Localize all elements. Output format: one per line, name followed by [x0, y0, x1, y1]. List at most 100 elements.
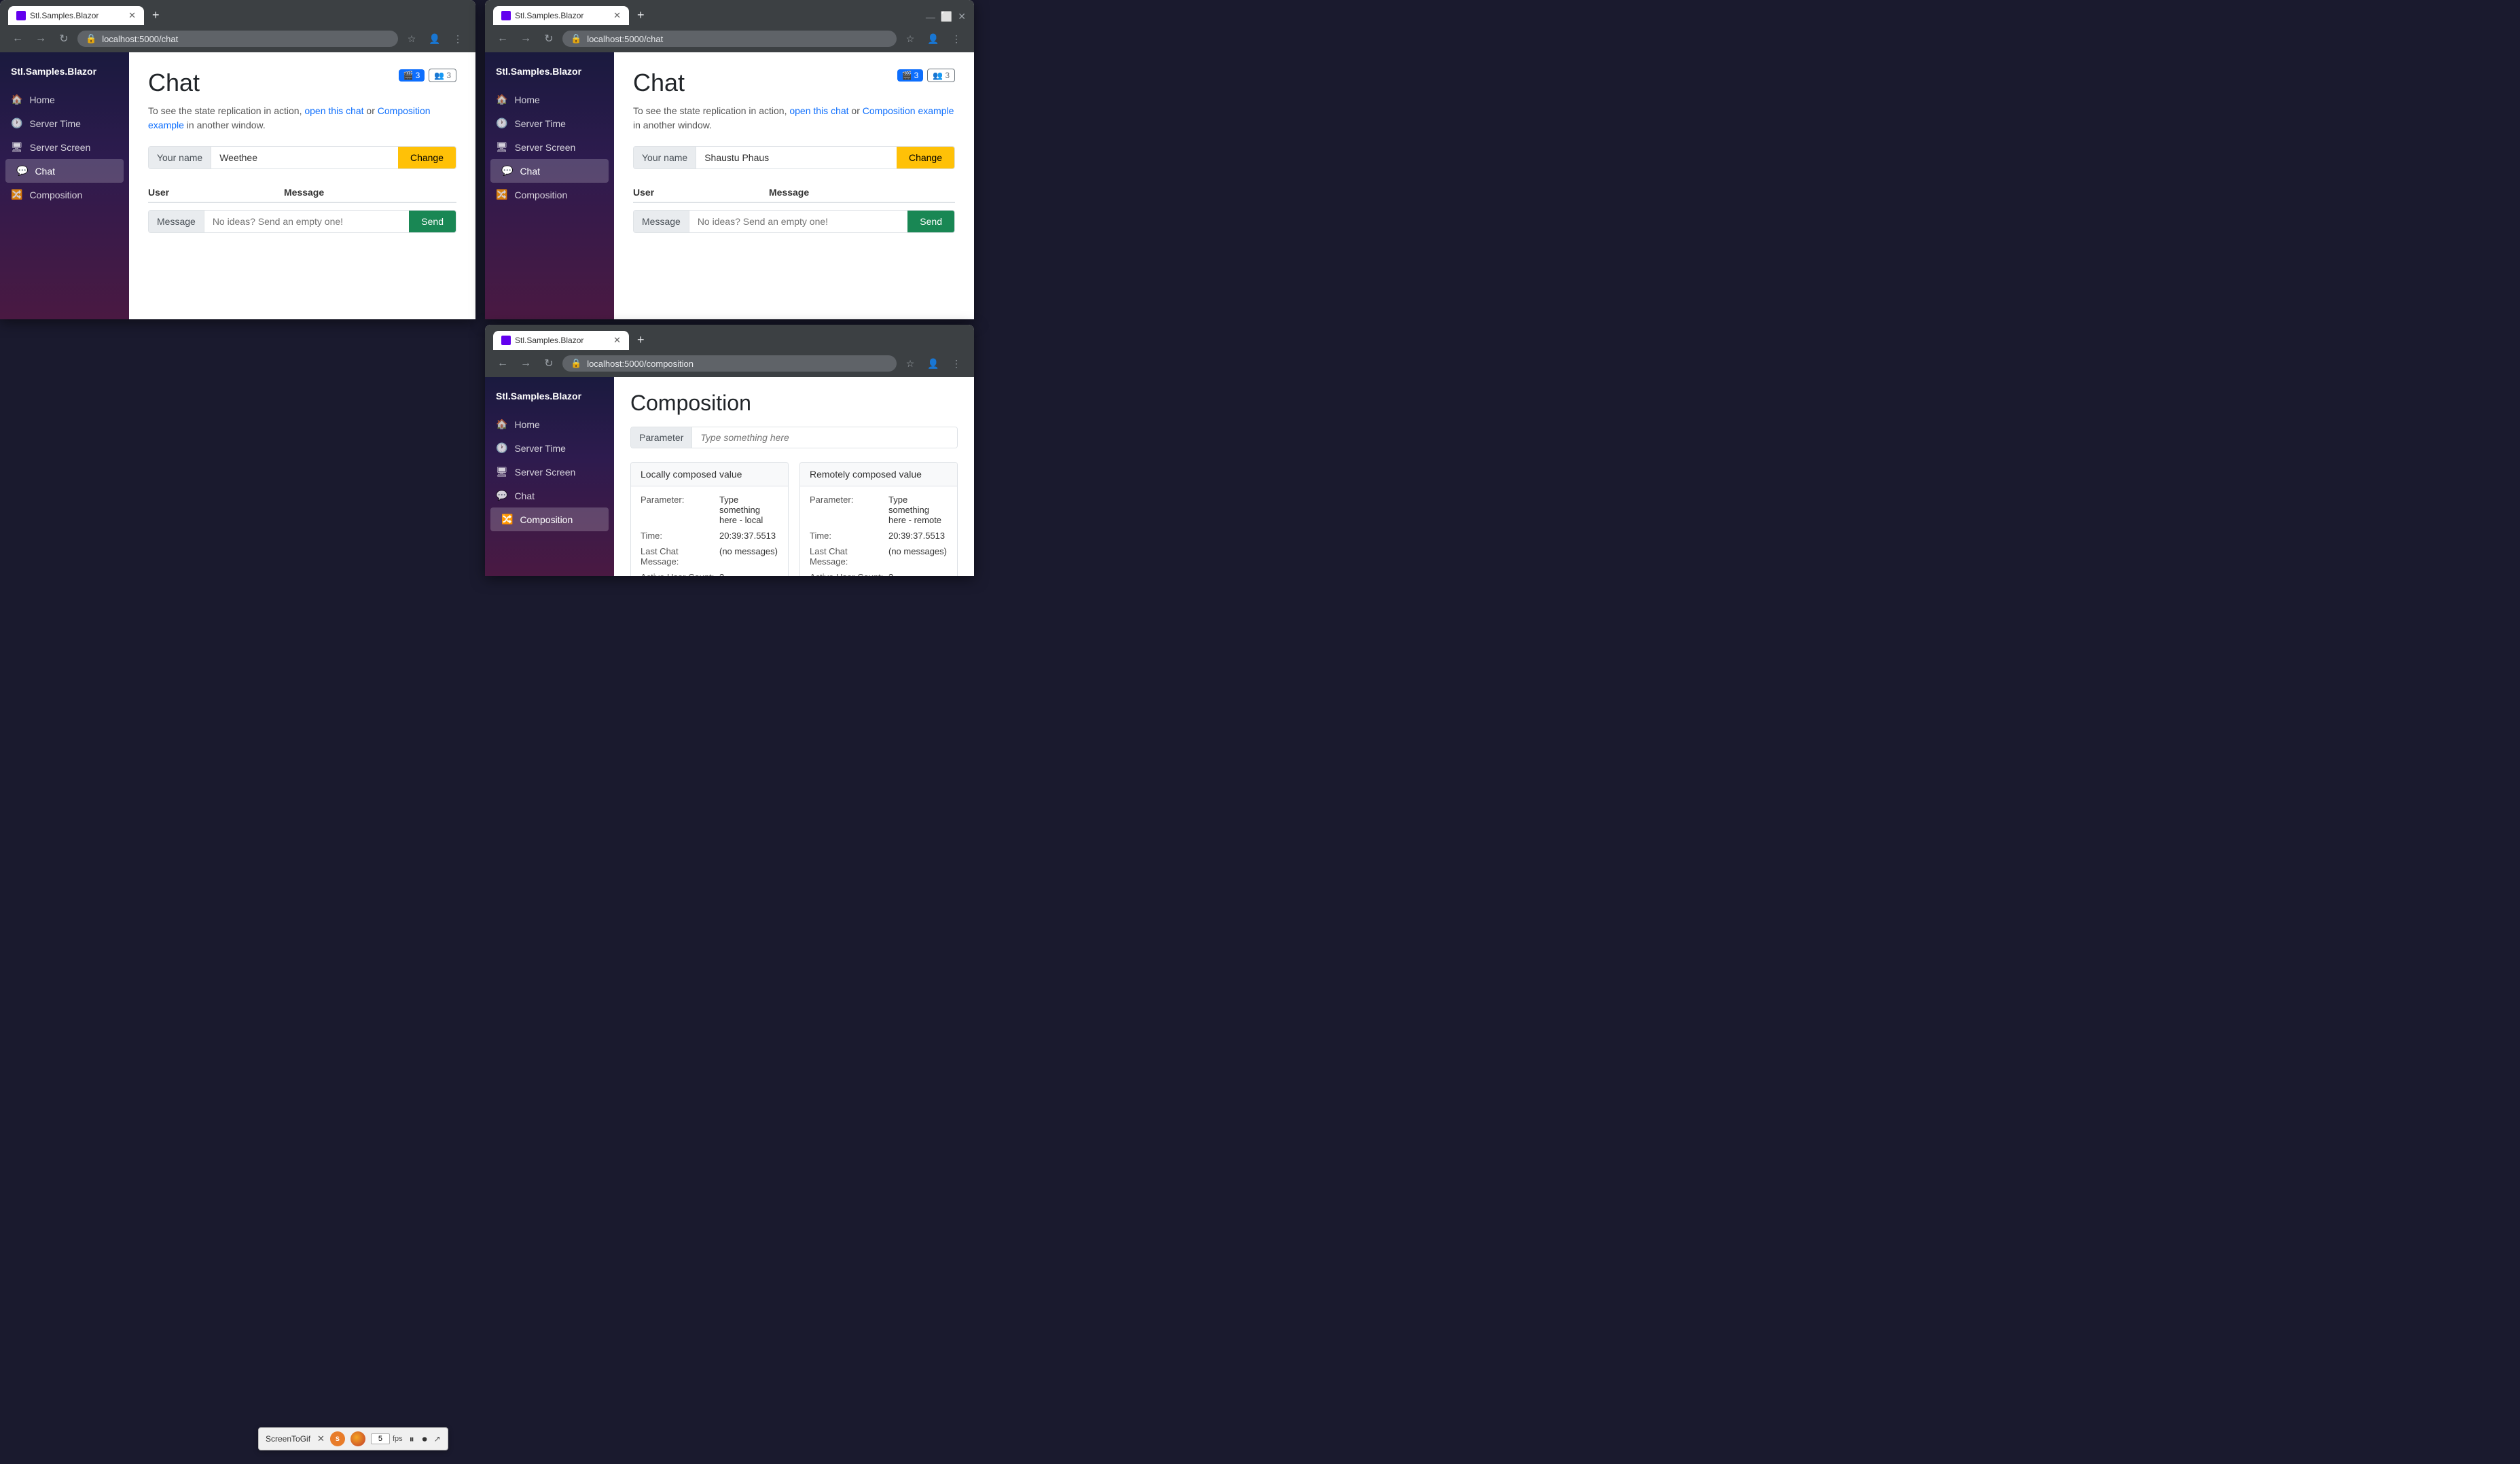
account-icon-1[interactable]: 👤	[425, 29, 444, 48]
param-input-3[interactable]	[692, 427, 957, 448]
forward-btn-2[interactable]: →	[516, 29, 535, 48]
sidebar-item-chat-3[interactable]: 💬 Chat	[485, 484, 614, 507]
sidebar-item-servertime-3[interactable]: 🕐 Server Time	[485, 436, 614, 460]
address-bar-1[interactable]: 🔒 localhost:5000/chat	[77, 31, 398, 47]
sidebar-item-serverscreen-1[interactable]: 🖥 Server Screen	[0, 135, 129, 159]
screentogif-pause-btn[interactable]: ⏸	[408, 1432, 416, 1446]
local-time-row: Time: 20:39:37.5513	[641, 531, 778, 541]
composition-link-2[interactable]: Composition example	[863, 105, 954, 116]
app-layout-2: Stl.Samples.Blazor 🏠 Home 🕐 Server Time …	[485, 52, 974, 319]
url-1: localhost:5000/chat	[102, 34, 178, 44]
active-tab-1[interactable]: Stl.Samples.Blazor ✕	[8, 6, 144, 25]
screentogif-logo: S	[330, 1431, 345, 1446]
screentogif-close-icon[interactable]: ✕	[317, 1433, 325, 1444]
monitor-icon-1: 🖥	[11, 141, 23, 153]
star-icon-2[interactable]: ☆	[901, 29, 920, 48]
browser-window-2: Stl.Samples.Blazor ✕ + — ⬜ ✕ ← → ↻ 🔒 loc…	[485, 0, 974, 319]
locally-composed-card: Locally composed value Parameter: Type s…	[630, 462, 789, 576]
sidebar-item-home-1[interactable]: 🏠 Home	[0, 88, 129, 111]
minimize-btn-2[interactable]: —	[926, 12, 935, 22]
sidebar-item-composition-1[interactable]: 🔀 Composition	[0, 183, 129, 207]
sidebar-serverscreen-label-3: Server Screen	[515, 467, 575, 478]
address-bar-3[interactable]: 🔒 localhost:5000/composition	[562, 355, 897, 372]
sidebar-item-servertime-1[interactable]: 🕐 Server Time	[0, 111, 129, 135]
back-btn-3[interactable]: ←	[493, 354, 512, 373]
your-name-label-1: Your name	[149, 147, 211, 168]
sidebar-brand-3: Stl.Samples.Blazor	[485, 385, 614, 412]
star-icon-3[interactable]: ☆	[901, 354, 920, 373]
sidebar-item-composition-3[interactable]: 🔀 Composition	[490, 507, 609, 531]
page-title-3: Composition	[630, 391, 958, 416]
account-icon-2[interactable]: 👤	[924, 29, 943, 48]
your-name-input-1[interactable]	[211, 147, 398, 168]
screentogif-fps-input[interactable]	[371, 1433, 390, 1444]
tab-close-1[interactable]: ✕	[128, 10, 136, 21]
tab-close-3[interactable]: ✕	[613, 335, 621, 346]
active-tab-3[interactable]: Stl.Samples.Blazor ✕	[493, 331, 629, 350]
message-input-1[interactable]	[204, 211, 409, 232]
home-icon-3: 🏠	[496, 418, 507, 430]
new-tab-btn-1[interactable]: +	[147, 5, 165, 25]
back-btn-1[interactable]: ←	[8, 29, 27, 48]
reload-btn-1[interactable]: ↻	[54, 29, 73, 48]
sidebar-item-home-2[interactable]: 🏠 Home	[485, 88, 614, 111]
message-row-2: Message Send	[633, 210, 955, 233]
page-title-1: Chat	[148, 69, 200, 97]
sidebar-home-label-1: Home	[29, 94, 54, 105]
local-activeuser-key: Active User Count:	[641, 572, 715, 576]
open-chat-link-1[interactable]: open this chat	[304, 105, 363, 116]
menu-icon-2[interactable]: ⋮	[947, 29, 966, 48]
sidebar-item-servertime-2[interactable]: 🕐 Server Time	[485, 111, 614, 135]
tab-close-2[interactable]: ✕	[613, 10, 621, 21]
close-btn-2[interactable]: ✕	[958, 11, 966, 22]
user-col-2: User	[633, 187, 769, 198]
sidebar-3: Stl.Samples.Blazor 🏠 Home 🕐 Server Time …	[485, 377, 614, 576]
open-chat-link-2[interactable]: open this chat	[789, 105, 848, 116]
remote-activeuser-key: Active User Count:	[810, 572, 884, 576]
reload-btn-3[interactable]: ↻	[539, 354, 558, 373]
remote-activeuser-val: 3	[888, 572, 948, 576]
send-button-1[interactable]: Send	[409, 211, 456, 232]
sidebar-item-chat-1[interactable]: 💬 Chat	[5, 159, 124, 183]
lock-icon-3: 🔒	[571, 358, 581, 369]
url-3: localhost:5000/composition	[587, 359, 694, 369]
menu-icon-1[interactable]: ⋮	[448, 29, 467, 48]
send-button-2[interactable]: Send	[907, 211, 954, 232]
browser-toolbar-3: ← → ↻ 🔒 localhost:5000/composition ☆ 👤 ⋮	[485, 350, 974, 377]
sidebar-item-serverscreen-2[interactable]: 🖥 Server Screen	[485, 135, 614, 159]
badge-icon-outline-2: 👥	[933, 71, 943, 80]
your-name-input-2[interactable]	[696, 147, 897, 168]
new-tab-btn-3[interactable]: +	[632, 330, 650, 350]
sidebar-item-home-3[interactable]: 🏠 Home	[485, 412, 614, 436]
active-tab-2[interactable]: Stl.Samples.Blazor ✕	[493, 6, 629, 25]
sidebar-chat-label-3: Chat	[514, 490, 535, 501]
sidebar-item-chat-2[interactable]: 💬 Chat	[490, 159, 609, 183]
sidebar-servertime-label-2: Server Time	[514, 118, 565, 129]
address-bar-2[interactable]: 🔒 localhost:5000/chat	[562, 31, 897, 47]
new-tab-btn-2[interactable]: +	[632, 5, 650, 25]
menu-icon-3[interactable]: ⋮	[947, 354, 966, 373]
url-2: localhost:5000/chat	[587, 34, 663, 44]
screentogif-record-btn[interactable]: ⏺	[421, 1432, 429, 1446]
account-icon-3[interactable]: 👤	[924, 354, 943, 373]
change-button-2[interactable]: Change	[897, 147, 954, 168]
home-icon-2: 🏠	[496, 94, 507, 105]
message-col-2: Message	[769, 187, 955, 198]
sidebar-item-serverscreen-3[interactable]: 🖥 Server Screen	[485, 460, 614, 484]
sidebar-item-composition-2[interactable]: 🔀 Composition	[485, 183, 614, 207]
composition-icon-2: 🔀	[496, 189, 507, 200]
forward-btn-3[interactable]: →	[516, 354, 535, 373]
maximize-btn-2[interactable]: ⬜	[941, 11, 952, 22]
tab-favicon-1	[16, 11, 26, 20]
back-btn-2[interactable]: ←	[493, 29, 512, 48]
sidebar-servertime-label-3: Server Time	[514, 443, 565, 454]
table-header-2: User Message	[633, 183, 955, 203]
lock-icon-1: 🔒	[86, 33, 96, 44]
message-input-2[interactable]	[689, 211, 907, 232]
star-icon-1[interactable]: ☆	[402, 29, 421, 48]
forward-btn-1[interactable]: →	[31, 29, 50, 48]
change-button-1[interactable]: Change	[398, 147, 456, 168]
reload-btn-2[interactable]: ↻	[539, 29, 558, 48]
composed-grid-3: Locally composed value Parameter: Type s…	[630, 462, 958, 576]
screentogif-widget: ScreenToGif ✕ S fps ⏸ ⏺ ↗	[258, 1427, 448, 1450]
